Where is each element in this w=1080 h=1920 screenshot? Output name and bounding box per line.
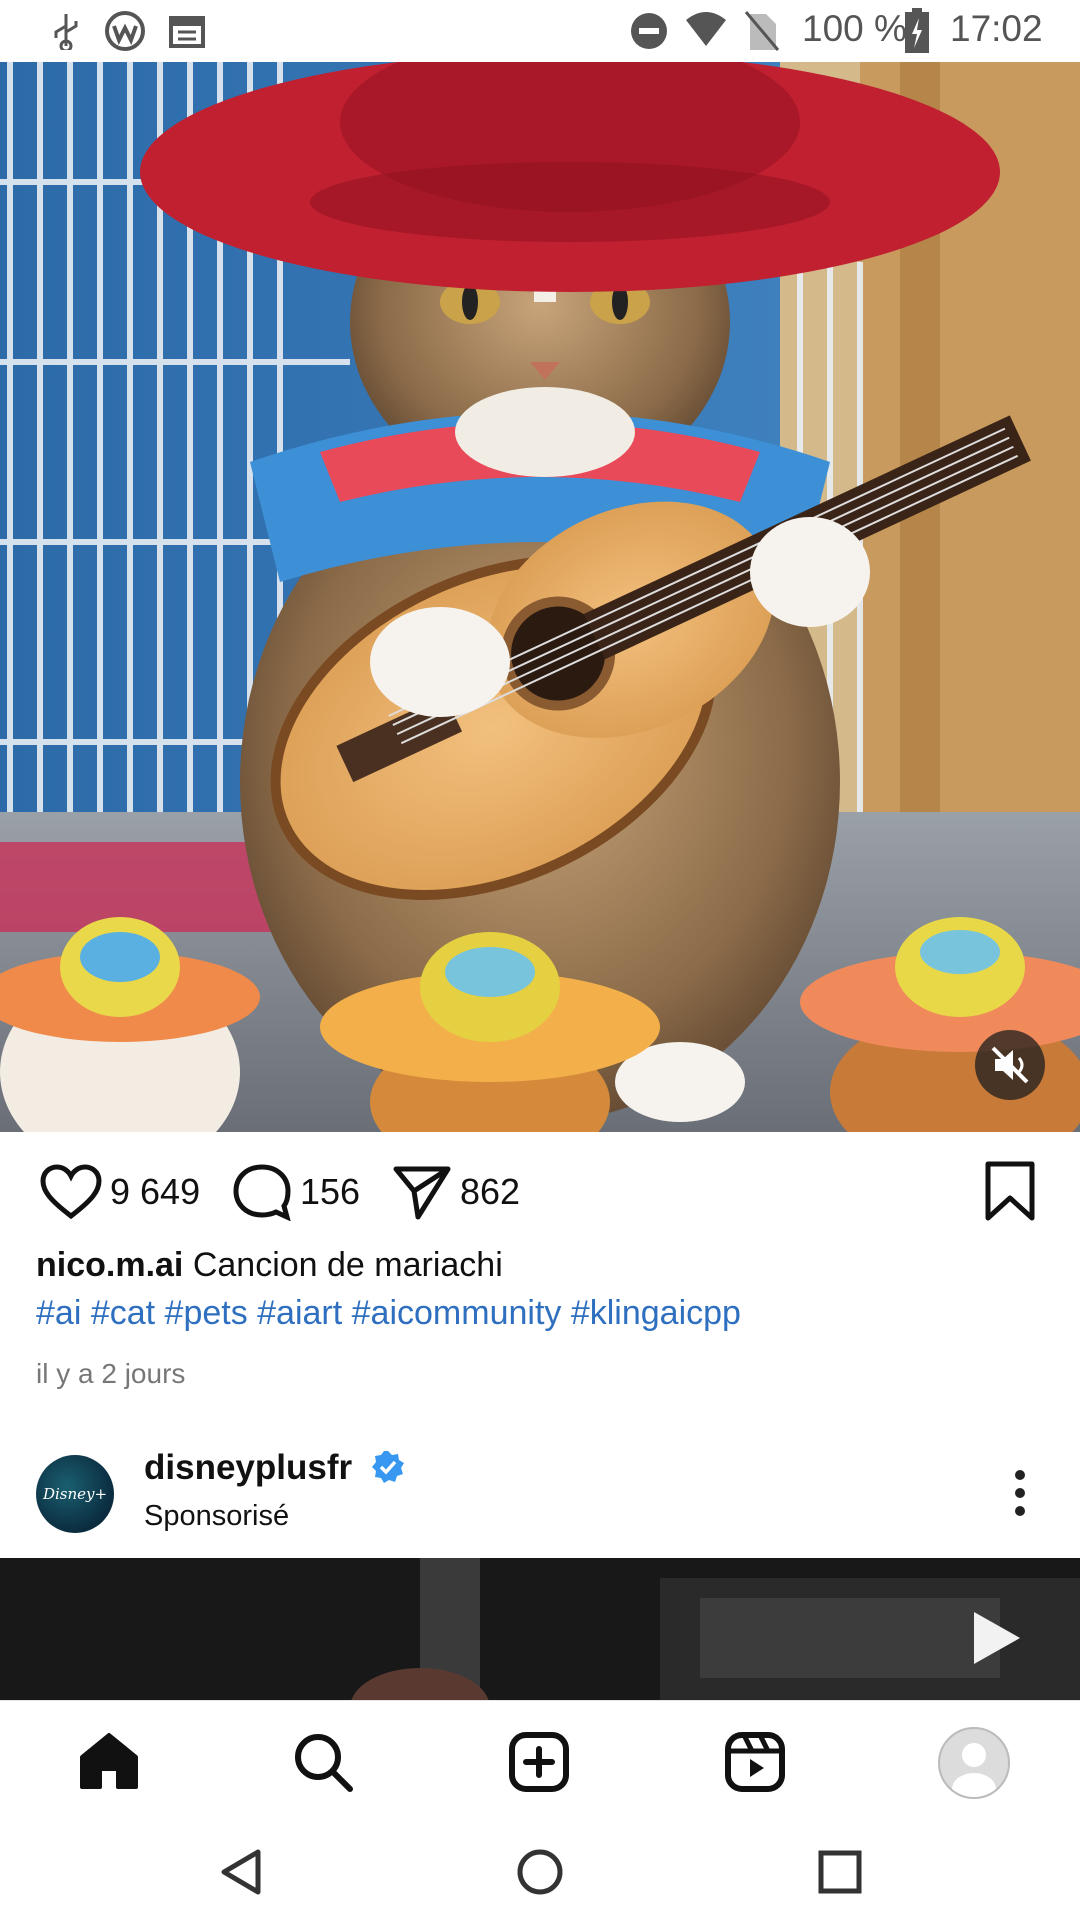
share-count: 862 — [460, 1171, 521, 1212]
home-icon[interactable] — [78, 1731, 140, 1791]
more-options-button[interactable] — [1010, 1468, 1030, 1523]
sponsor-account[interactable]: disneyplusfr — [144, 1448, 406, 1488]
bottom-navigation — [0, 1700, 1080, 1819]
sponsored-media[interactable] — [0, 1558, 1080, 1700]
recents-icon[interactable] — [818, 1850, 862, 1894]
no-sim-icon — [744, 11, 780, 51]
post-timestamp: il y a 2 jours — [36, 1358, 186, 1389]
clock: 17:02 — [950, 8, 1043, 49]
sponsor-username[interactable]: disneyplusfr — [144, 1448, 352, 1487]
wifi-icon — [686, 12, 726, 46]
sponsored-image — [0, 1558, 1080, 1700]
more-vertical-icon[interactable] — [1010, 1468, 1030, 1518]
heart-icon[interactable] — [40, 1164, 102, 1220]
reels-icon[interactable] — [724, 1731, 786, 1793]
dnd-icon — [631, 13, 667, 49]
post-media[interactable] — [0, 62, 1080, 1132]
sponsor-logo: Disney+ — [42, 1485, 108, 1503]
bookmark-icon[interactable] — [982, 1160, 1038, 1222]
back-icon[interactable] — [218, 1848, 262, 1896]
sponsored-label: Sponsorisé — [144, 1500, 290, 1532]
system-navigation — [0, 1818, 1080, 1920]
status-bar: 100 % 17:02 — [0, 0, 1080, 62]
create-icon[interactable] — [508, 1731, 570, 1793]
share-action[interactable]: 862 — [392, 1162, 520, 1222]
usb-icon — [54, 14, 78, 50]
home-circle-icon[interactable] — [516, 1848, 564, 1896]
comment-icon[interactable] — [232, 1163, 292, 1221]
vpn-icon — [105, 11, 145, 51]
send-icon[interactable] — [392, 1163, 452, 1221]
speaker-muted-icon — [991, 1046, 1029, 1084]
post-caption: nico.m.ai Cancion de mariachi — [36, 1246, 503, 1285]
post-username[interactable]: nico.m.ai — [36, 1246, 183, 1284]
search-icon[interactable] — [292, 1731, 354, 1793]
verified-badge-icon — [371, 1451, 404, 1483]
caption-text: Cancion de mariachi — [192, 1246, 503, 1284]
profile-avatar[interactable] — [938, 1727, 1010, 1799]
comment-count: 156 — [300, 1171, 361, 1212]
like-action[interactable]: 9 649 — [40, 1162, 200, 1222]
hashtags[interactable]: #ai #cat #pets #aiart #aicommunity #klin… — [36, 1294, 741, 1333]
battery-percent: 100 % — [802, 8, 907, 49]
profile-icon — [952, 1743, 996, 1797]
post-image — [0, 62, 1080, 1132]
calendar-icon — [169, 16, 205, 48]
mute-button[interactable] — [975, 1030, 1045, 1100]
play-icon[interactable] — [968, 1608, 1024, 1668]
comment-action[interactable]: 156 — [232, 1162, 360, 1222]
battery-icon — [905, 8, 929, 53]
sponsor-avatar[interactable]: Disney+ — [36, 1455, 114, 1533]
save-button[interactable] — [982, 1160, 1038, 1227]
like-count: 9 649 — [110, 1171, 201, 1212]
